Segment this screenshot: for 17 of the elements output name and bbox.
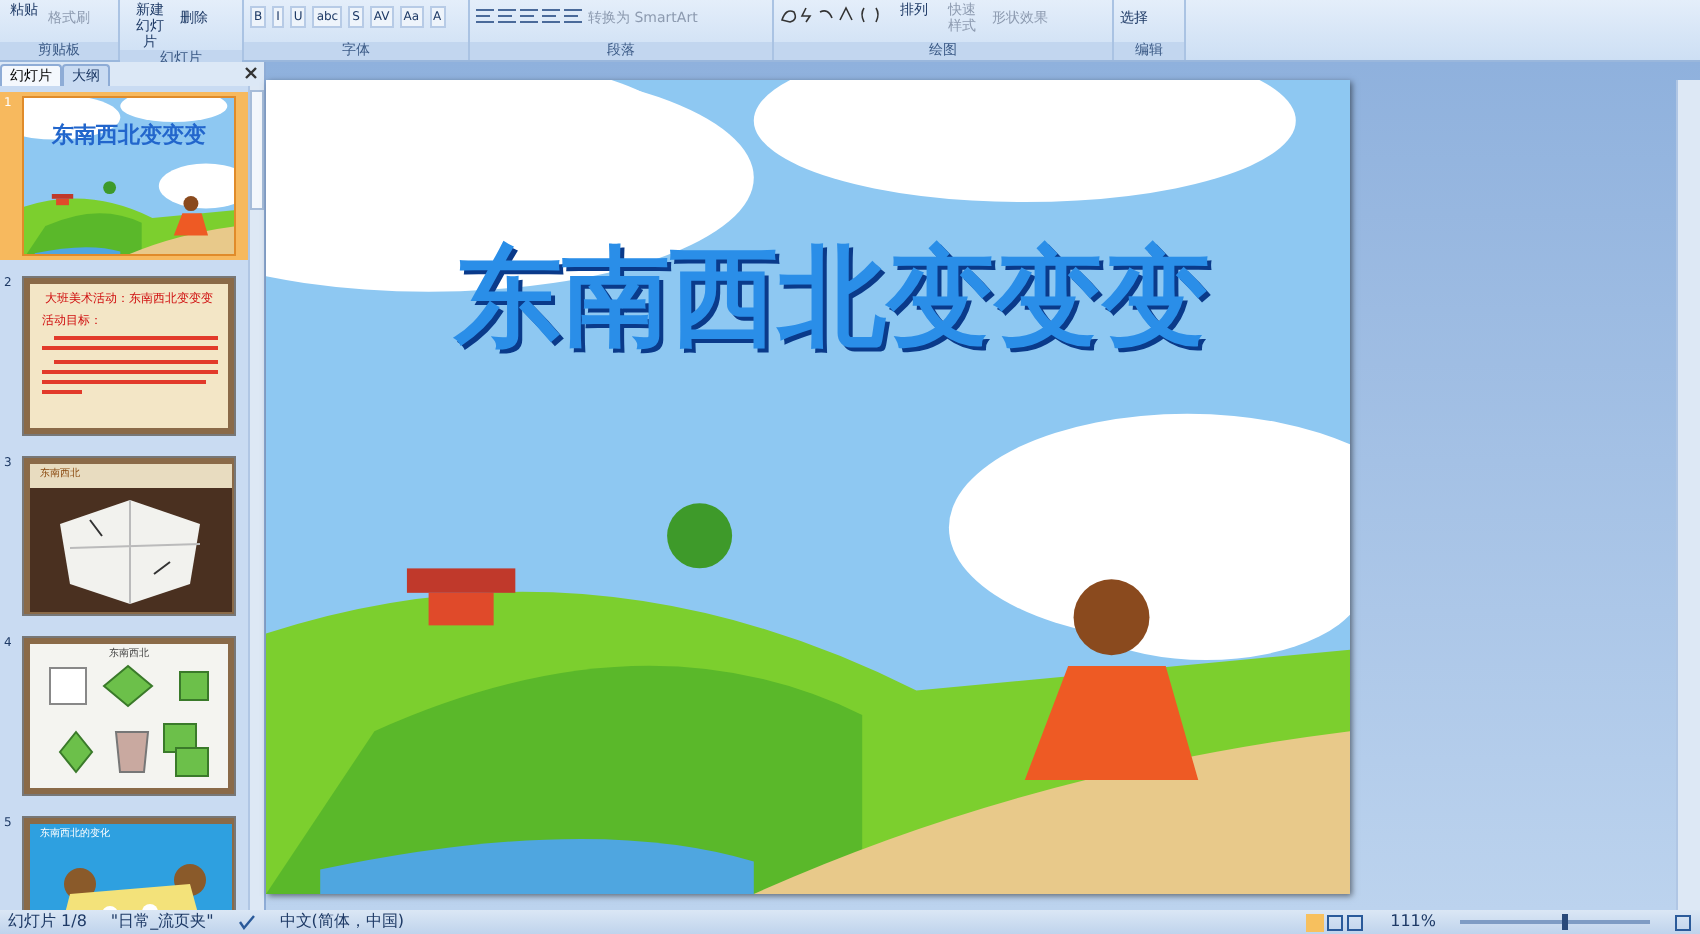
align-icon[interactable] — [542, 8, 560, 24]
scrollbar[interactable] — [248, 86, 264, 910]
thumbnail-title: 东南西北变变变 — [50, 122, 208, 150]
view-buttons-icon[interactable] — [1306, 913, 1367, 931]
align-icon[interactable] — [498, 8, 516, 24]
theme-name: "日常_流页夹" — [110, 910, 214, 934]
align-icon[interactable] — [520, 8, 538, 24]
close-icon[interactable] — [244, 66, 258, 80]
slide-counter: 幻灯片 1/8 — [8, 910, 87, 934]
align-icon[interactable] — [476, 8, 494, 24]
spelling-check-icon[interactable] — [237, 914, 256, 930]
fit-window-icon[interactable] — [1674, 913, 1692, 931]
zoom-percent: 111% — [1390, 910, 1436, 934]
zoom-thumb[interactable] — [1561, 914, 1568, 930]
language: 中文(简体，中国) — [279, 910, 405, 934]
scrollbar[interactable] — [1676, 80, 1700, 910]
align-icon[interactable] — [564, 8, 582, 24]
